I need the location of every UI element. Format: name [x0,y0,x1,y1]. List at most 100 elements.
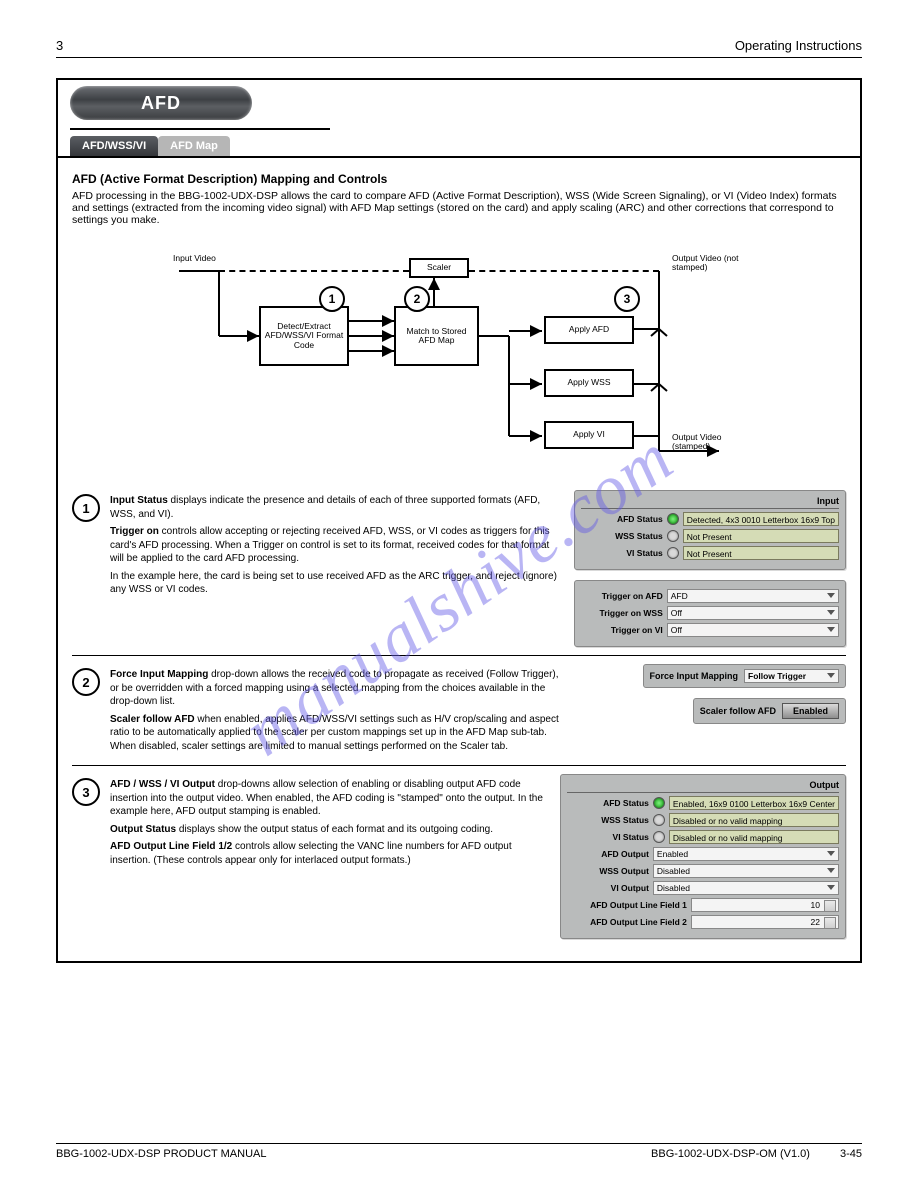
input-wss-value: Not Present [683,529,839,543]
scaler-follow-afd-panel: Scaler follow AFD Enabled [693,698,846,724]
diagram-circle-1: 1 [319,286,345,312]
out-afd-value: Enabled, 16x9 0100 Letterbox 16x9 Center [669,796,839,810]
chapter-title: Operating Instructions [735,38,862,53]
tab-afd-map[interactable]: AFD Map [158,136,230,156]
input-status-panel: Input AFD Status Detected, 4x3 0010 Lett… [574,490,846,570]
input-wss-label: WSS Status [581,531,663,541]
out-row-vi: VI Status Disabled or no valid mapping [567,830,839,844]
input-row-wss: WSS Status Not Present [581,529,839,543]
scaler-follow-label: Scaler follow AFD [700,706,776,716]
section-3-number: 3 [72,778,100,806]
sec3-b2: Output Status [110,824,176,835]
out-row-wss: WSS Status Disabled or no valid mapping [567,813,839,827]
trigger-row-afd: Trigger on AFD AFD [581,589,839,603]
trigger-row-vi: Trigger on VI Off [581,623,839,637]
chapter-number: 3 [56,38,63,53]
out-afd-output: AFD Output Enabled [567,847,839,861]
trigger-afd-select[interactable]: AFD [667,589,839,603]
box-detect: Detect/Extract AFD/WSS/VI Format Code [259,306,349,366]
force-mapping-select[interactable]: Follow Trigger [744,669,839,683]
output-panel-title: Output [567,780,839,793]
out-wss-label: WSS Status [567,815,649,825]
out-wss-output: WSS Output Disabled [567,864,839,878]
led-icon [653,831,665,843]
page-footer: BBG-1002-UDX-DSP PRODUCT MANUAL BBG-1002… [56,1143,862,1160]
footer-revision: BBG-1002-UDX-DSP-OM (V1.0) [651,1148,810,1160]
box-apply-vi: Apply VI [544,421,634,449]
input-vi-label: VI Status [581,548,663,558]
scaler-follow-toggle[interactable]: Enabled [782,703,839,719]
trigger-afd-label: Trigger on AFD [581,591,663,601]
dashed-line-2 [469,270,659,272]
trigger-row-wss: Trigger on WSS Off [581,606,839,620]
title-pill: AFD [70,86,252,120]
wss-output-select[interactable]: Disabled [653,864,839,878]
sec3-t2: displays show the output status of each … [176,824,493,835]
page-header: 3 Operating Instructions [56,38,862,58]
footer-left: BBG-1002-UDX-DSP PRODUCT MANUAL [56,1148,266,1160]
section-1: 1 Input Status displays indicate the pre… [72,482,846,655]
dashed-line-1 [219,270,409,272]
box-apply-afd: Apply AFD [544,316,634,344]
label-output-stamped: Output Video (stamped) [672,433,742,452]
sec3-b3: AFD Output Line Field 1/2 [110,841,232,852]
out-row-afd: AFD Status Enabled, 16x9 0100 Letterbox … [567,796,839,810]
trigger-vi-label: Trigger on VI [581,625,663,635]
force-input-mapping-panel: Force Input Mapping Follow Trigger [643,664,847,688]
box-body: AFD (Active Format Description) Mapping … [58,158,860,961]
afd-output-select[interactable]: Enabled [653,847,839,861]
diagram-circle-2: 2 [404,286,430,312]
out-vi-label: VI Status [567,832,649,842]
out-vi-output: VI Output Disabled [567,881,839,895]
vi-output-label: VI Output [567,883,649,893]
input-vi-value: Not Present [683,546,839,560]
out-afd-label: AFD Status [567,798,649,808]
led-icon [667,513,679,525]
output-panel: Output AFD Status Enabled, 16x9 0100 Let… [560,774,846,939]
led-icon [667,547,679,559]
vi-output-select[interactable]: Disabled [653,881,839,895]
afd-output-label: AFD Output [567,849,649,859]
flow-diagram: Input Video Scaler Detect/Extract AFD/WS… [179,236,739,476]
box-match-map: Match to Stored AFD Map [394,306,479,366]
field1-input[interactable]: 10 [691,898,839,912]
sec3-b1: AFD / WSS / VI Output [110,779,215,790]
section-2: 2 Force Input Mapping drop-down allows t… [72,655,846,765]
field2-input[interactable]: 22 [691,915,839,929]
sec1-t1: displays indicate the presence and detai… [110,495,540,520]
trigger-wss-select[interactable]: Off [667,606,839,620]
out-vi-value: Disabled or no valid mapping [669,830,839,844]
trigger-vi-select[interactable]: Off [667,623,839,637]
force-label: Force Input Mapping [650,671,739,681]
box-title-cell: AFD AFD/WSS/VI AFD Map [58,80,860,158]
sec2-b1: Force Input Mapping [110,669,208,680]
sec1-t3: In the example here, the card is being s… [110,570,562,597]
intro-heading: AFD (Active Format Description) Mapping … [72,172,846,186]
out-wss-value: Disabled or no valid mapping [669,813,839,827]
input-panel-title: Input [581,496,839,509]
section-1-number: 1 [72,494,100,522]
led-icon [667,530,679,542]
sec2-b2: Scaler follow AFD [110,714,195,725]
main-box: AFD AFD/WSS/VI AFD Map AFD (Active Forma… [56,78,862,963]
tab-afd-wss-vi[interactable]: AFD/WSS/VI [70,136,158,156]
input-row-afd: AFD Status Detected, 4x3 0010 Letterbox … [581,512,839,526]
input-row-vi: VI Status Not Present [581,546,839,560]
led-icon [653,797,665,809]
sec1-b2: Trigger on [110,526,159,537]
field1-label: AFD Output Line Field 1 [567,900,687,910]
footer-page: 3-45 [840,1148,862,1160]
wss-output-label: WSS Output [567,866,649,876]
box-scaler: Scaler [409,258,469,278]
input-afd-label: AFD Status [581,514,663,524]
label-output-unstamped: Output Video (not stamped) [672,254,742,273]
tabs: AFD/WSS/VI AFD Map [70,136,848,156]
section-2-number: 2 [72,668,100,696]
out-field2: AFD Output Line Field 2 22 [567,915,839,929]
trigger-wss-label: Trigger on WSS [581,608,663,618]
trigger-panel: Trigger on AFD AFD Trigger on WSS Off Tr… [574,580,846,647]
led-icon [653,814,665,826]
section-3-text: AFD / WSS / VI Output drop-downs allow s… [110,774,548,939]
box-apply-wss: Apply WSS [544,369,634,397]
label-input-video: Input Video [173,254,227,263]
